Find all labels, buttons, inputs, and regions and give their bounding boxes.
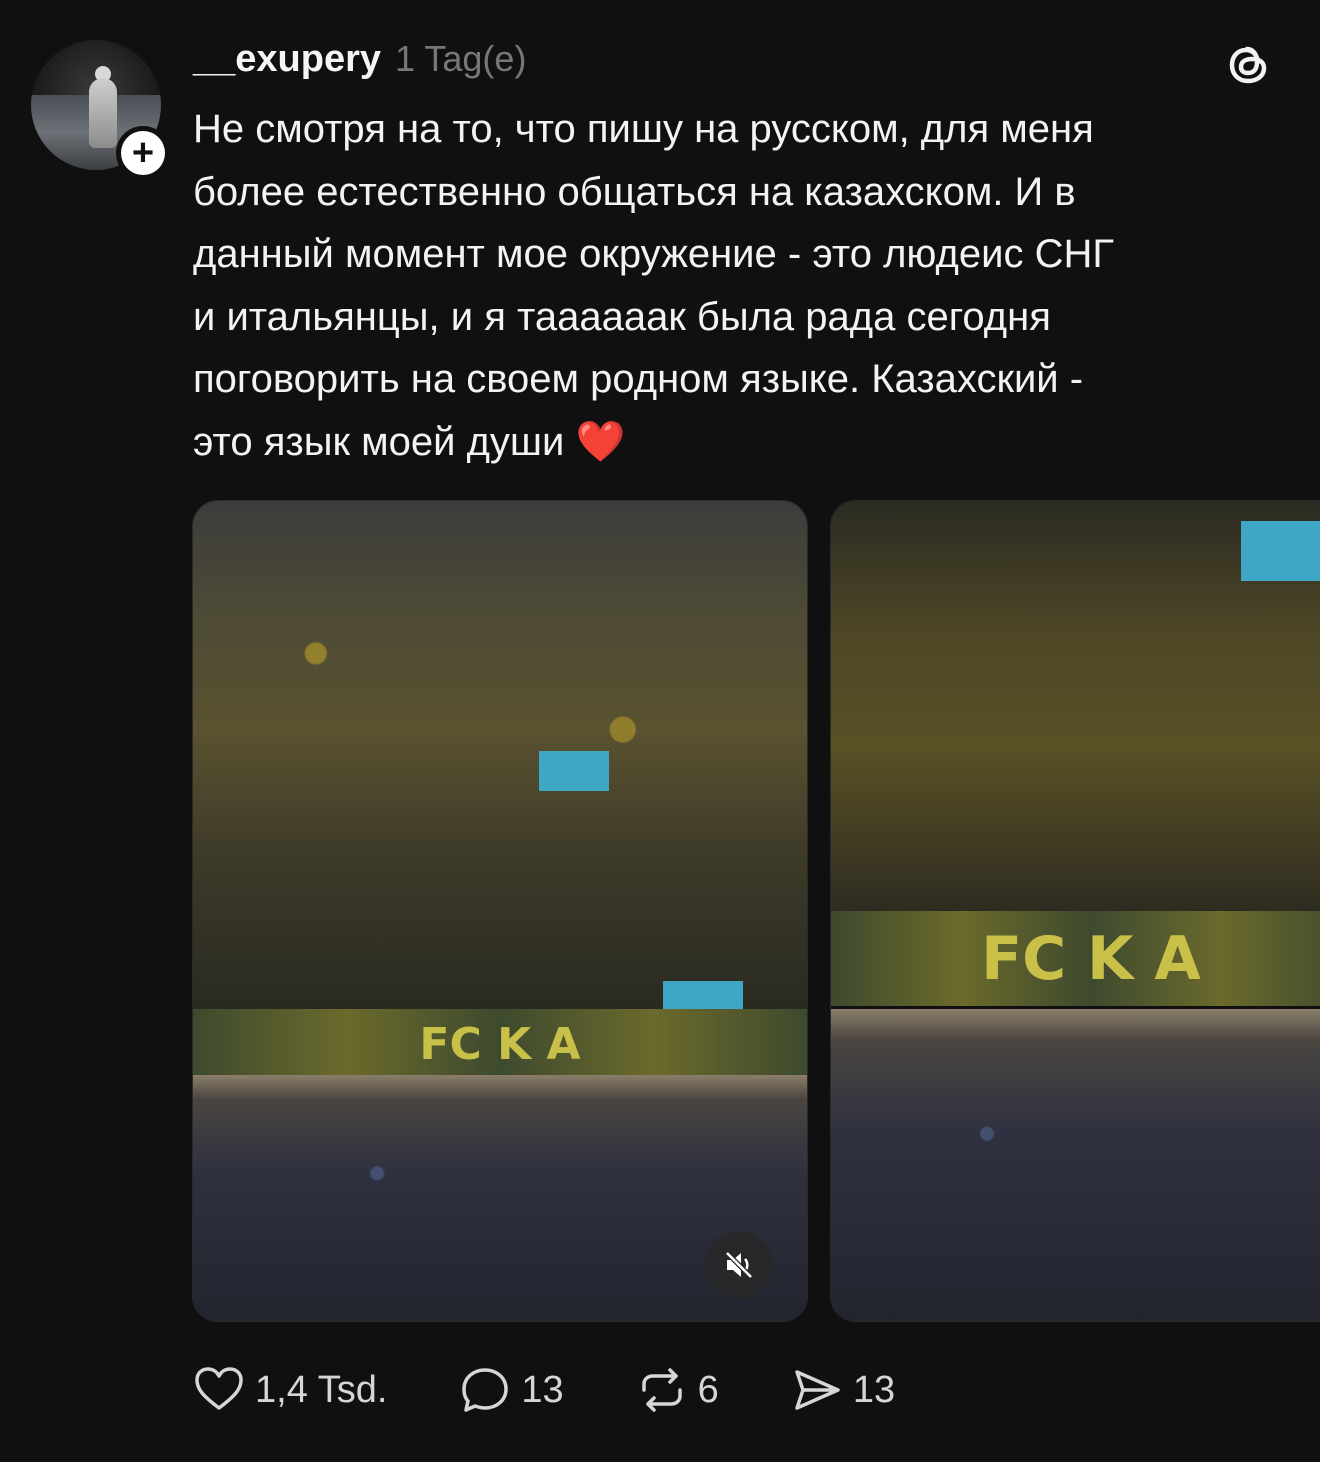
post-image[interactable]: FC K A xyxy=(830,500,1320,1322)
comment-button[interactable]: 13 xyxy=(459,1364,564,1416)
action-bar: 1,4 Tsd. 13 6 13 xyxy=(193,1362,967,1418)
heart-icon xyxy=(195,1367,243,1410)
like-count: 1,4 Tsd. xyxy=(255,1368,388,1411)
repost-arrows-icon xyxy=(641,1368,682,1412)
fan-banner: FC K A xyxy=(831,911,1320,1006)
threads-logo-icon[interactable] xyxy=(1224,40,1274,90)
paper-plane-icon xyxy=(795,1370,840,1410)
muted-speaker-icon xyxy=(725,1251,753,1279)
banner-text: FC K A xyxy=(981,923,1201,994)
share-button[interactable]: 13 xyxy=(791,1364,895,1416)
post-text: Не смотря на то, что пишу на русском, дл… xyxy=(193,107,1115,464)
speech-bubble-icon xyxy=(462,1368,509,1412)
fan-banner: FC K A xyxy=(193,1009,807,1080)
repost-count: 6 xyxy=(697,1368,719,1411)
share-count: 13 xyxy=(852,1368,896,1411)
kazakhstan-flag xyxy=(1241,521,1320,581)
timestamp: 1 Tag(e) xyxy=(395,38,527,79)
post-header: __exupery 1 Tag(e) xyxy=(193,38,526,86)
post-video[interactable]: FC K A xyxy=(192,500,808,1322)
kazakhstan-flag xyxy=(539,751,609,791)
stadium-stands-upper xyxy=(193,501,807,1010)
banner-text: FC K A xyxy=(419,1018,581,1070)
stadium-stands-lower xyxy=(831,1009,1320,1321)
username[interactable]: __exupery xyxy=(193,38,381,81)
like-button[interactable]: 1,4 Tsd. xyxy=(193,1364,387,1416)
follow-button[interactable]: + xyxy=(116,126,170,180)
comment-count: 13 xyxy=(521,1368,564,1411)
plus-icon: + xyxy=(121,131,165,175)
mute-button[interactable] xyxy=(705,1231,773,1299)
repost-button[interactable]: 6 xyxy=(636,1364,719,1416)
